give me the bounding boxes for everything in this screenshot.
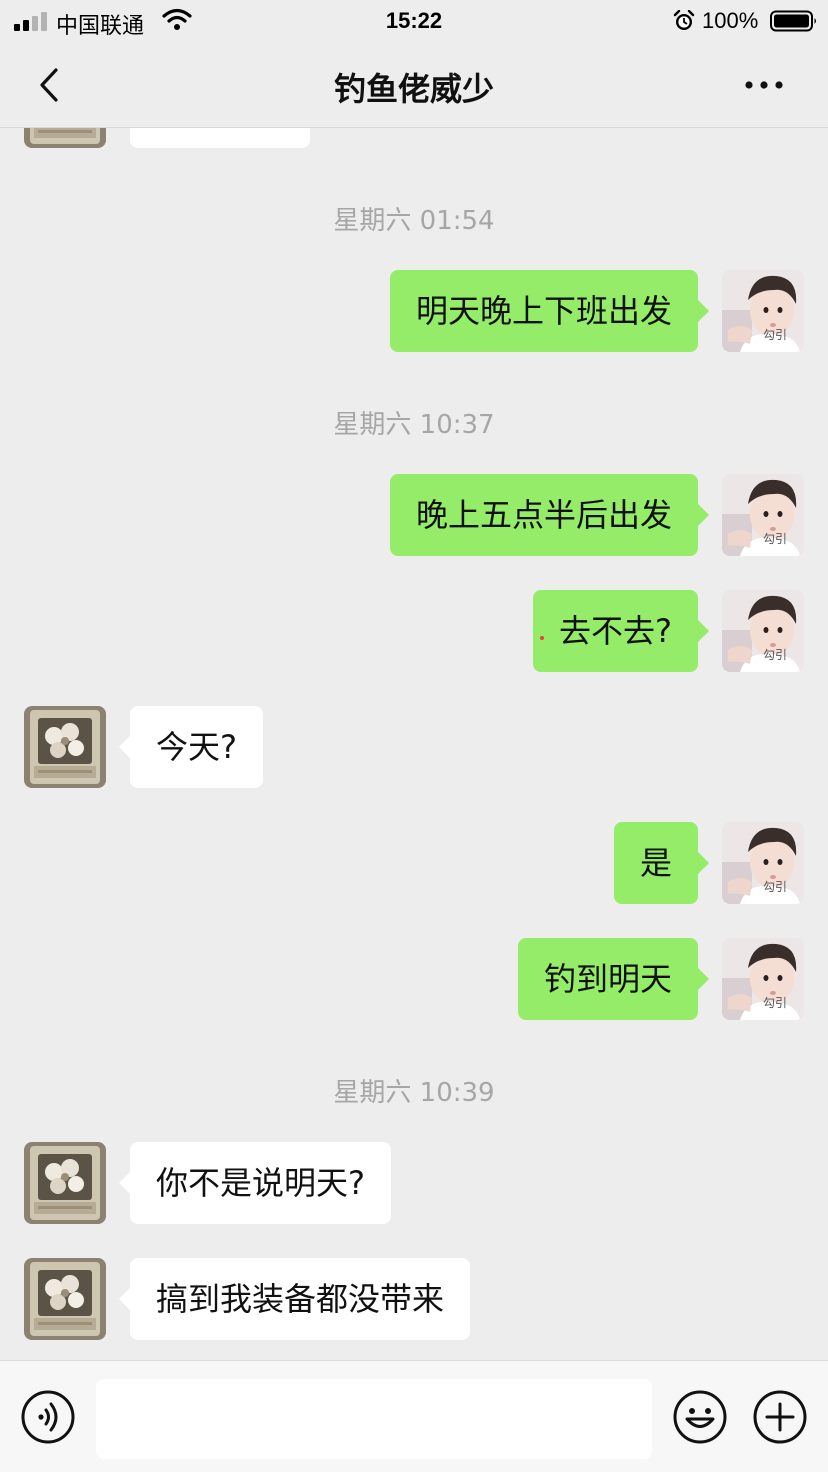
input-bar [0, 1360, 828, 1472]
timestamp: 星期六 10:39 [333, 1078, 495, 1108]
message-bubble[interactable]: 钓到明天 [517, 938, 710, 1020]
my-avatar[interactable]: 勾引 [722, 590, 804, 672]
message-bubble[interactable]: 是 [613, 822, 710, 904]
avatar-caption: 勾引 [763, 328, 787, 342]
my-avatar[interactable]: 勾引 [722, 270, 804, 352]
message-bubble[interactable]: 搞到我装备都没带来 [118, 1258, 471, 1340]
message-bubble[interactable]: 晚上五点半后出发 [389, 474, 710, 556]
battery-icon [770, 10, 816, 32]
message-bubble[interactable]: 明天晚上下班出发 [389, 270, 710, 352]
chat-header: 钓鱼佬威少 [0, 44, 828, 128]
chat-area[interactable]: 星期六 01:54 勾引 明天晚上下班出发 星期六 10:37 勾引 晚上五点半… [0, 128, 828, 1360]
timestamp: 星期六 01:54 [333, 206, 495, 236]
message-bubble[interactable]: 去不去? [533, 590, 709, 672]
message-text: 去不去? [559, 612, 672, 650]
plus-icon[interactable] [752, 1389, 808, 1445]
avatar-caption: 勾引 [763, 532, 787, 546]
previous-message-bubble[interactable] [130, 128, 310, 148]
my-avatar[interactable]: 勾引 [722, 474, 804, 556]
unread-dot [540, 636, 544, 640]
message-input[interactable] [96, 1379, 652, 1459]
avatar-caption: 勾引 [763, 648, 787, 662]
contact-avatar[interactable] [24, 128, 106, 148]
contact-avatar[interactable] [24, 1258, 106, 1340]
contact-avatar[interactable] [24, 706, 106, 788]
emoji-icon[interactable] [672, 1389, 728, 1445]
contact-avatar[interactable] [24, 1142, 106, 1224]
more-dots-icon[interactable] [740, 70, 788, 100]
my-avatar[interactable]: 勾引 [722, 938, 804, 1020]
voice-icon[interactable] [20, 1389, 76, 1445]
chat-title: 钓鱼佬威少 [333, 70, 494, 108]
my-avatar[interactable]: 勾引 [722, 822, 804, 904]
alarm-icon [673, 10, 695, 30]
message-bubble[interactable]: 你不是说明天? [119, 1142, 391, 1224]
message-bubble[interactable]: 今天? [119, 706, 263, 788]
battery-percentage: 100% [702, 8, 759, 33]
avatar-caption: 勾引 [763, 880, 787, 894]
timestamp: 星期六 10:37 [333, 410, 495, 440]
status-bar: 中国联通 15:22 100% [0, 0, 828, 44]
avatar-caption: 勾引 [763, 996, 787, 1010]
